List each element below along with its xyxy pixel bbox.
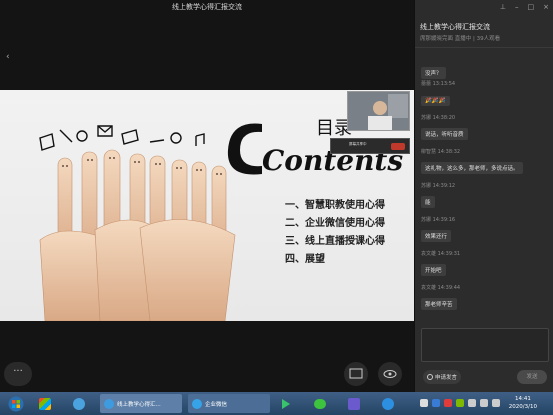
send-button[interactable]: 发送 bbox=[517, 370, 547, 384]
chat-message: 蕾蕾 13:13:54 🎉🎉🎉 bbox=[421, 80, 455, 106]
taskbar-app-windows[interactable] bbox=[34, 394, 56, 413]
slide-item: 四、展望 bbox=[285, 252, 325, 265]
taskbar-app-circle[interactable] bbox=[378, 394, 398, 413]
window-controls: ⊥ – □ × bbox=[500, 3, 549, 11]
message-time: 14:38:20 bbox=[432, 115, 456, 121]
system-clock[interactable]: 14:41 2020/3/10 bbox=[509, 395, 537, 411]
pin-icon[interactable]: ⊥ bbox=[500, 3, 506, 11]
wechat-icon bbox=[314, 398, 326, 409]
chat-message: 袁文雄 14:39:31 开始吧 bbox=[421, 250, 460, 276]
message-input[interactable] bbox=[421, 328, 549, 362]
message-text: 能 bbox=[421, 196, 435, 208]
message-text: 效果还行 bbox=[421, 230, 452, 242]
message-time: 14:39:31 bbox=[437, 251, 461, 257]
sender-name: 袁文雄 bbox=[421, 251, 437, 257]
clock-date: 2020/3/10 bbox=[508, 404, 537, 410]
chat-title: 线上教学心得汇报交流 bbox=[420, 23, 490, 31]
taskbar-app-wechat[interactable] bbox=[310, 394, 330, 413]
live-title: 线上教学心得汇报交流 bbox=[172, 3, 242, 11]
volume-icon[interactable] bbox=[480, 399, 488, 407]
screen-share-badge: 屏幕共享中 bbox=[330, 138, 410, 154]
taskbar-app-photos[interactable] bbox=[68, 394, 90, 413]
taskbar-app-player[interactable] bbox=[276, 394, 296, 413]
eye-icon bbox=[383, 370, 397, 378]
maximize-icon[interactable]: □ bbox=[528, 3, 535, 11]
input-method-icon[interactable] bbox=[492, 399, 500, 407]
chat-message: 苏娜 14:39:16 效果还行 bbox=[421, 216, 455, 242]
message-time: 14:39:44 bbox=[437, 285, 461, 291]
chat-message: 苏娜 14:38:20 说话，听听音质 bbox=[421, 114, 468, 140]
live-stream-area: 线上教学心得汇报交流 ‹ Contents 目录 一、智慧职教使用心得 二、企业… bbox=[0, 0, 414, 392]
taskbar-task-label: 线上教学心得汇... bbox=[117, 401, 161, 408]
live-app-icon bbox=[104, 398, 114, 409]
feather-icon bbox=[348, 397, 360, 410]
chat-message: 没声？ bbox=[421, 60, 446, 79]
chat-subtitle: 席那媛晓完面 直播中 | 39人观看 bbox=[420, 36, 501, 42]
wecom-icon bbox=[192, 398, 202, 409]
microphone-icon bbox=[427, 374, 433, 380]
photos-icon bbox=[73, 397, 85, 410]
taskbar-task-wecom[interactable]: 企业微信 bbox=[188, 394, 270, 413]
app-circle-icon bbox=[382, 397, 394, 410]
message-time: 14:39:16 bbox=[432, 217, 456, 223]
windows-start-icon bbox=[8, 396, 24, 411]
sender-name: 苏娜 bbox=[421, 217, 432, 223]
message-time: 14:38:32 bbox=[437, 149, 461, 155]
taskbar-task-live[interactable]: 线上教学心得汇... bbox=[100, 394, 182, 413]
minimize-icon[interactable]: – bbox=[515, 3, 519, 11]
sender-name: 袁文雄 bbox=[421, 285, 437, 291]
message-text: 🎉🎉🎉 bbox=[421, 96, 450, 106]
presenter-avatar bbox=[348, 92, 409, 130]
tray-icon[interactable] bbox=[420, 399, 428, 407]
sender-name: 苏娜 bbox=[421, 115, 432, 121]
divider bbox=[415, 47, 553, 48]
taskbar-task-label: 企业微信 bbox=[205, 401, 228, 408]
slide-item: 二、企业微信使用心得 bbox=[285, 216, 385, 229]
message-time: 14:39:12 bbox=[432, 183, 456, 189]
apply-speak-label: 申请发言 bbox=[435, 375, 458, 381]
windows-flag-icon bbox=[39, 397, 51, 410]
message-text: 那老师辛苦 bbox=[421, 298, 457, 310]
slide-item: 一、智慧职教使用心得 bbox=[285, 198, 385, 211]
message-text: 这礼物，这么多，那老师，多说点话。 bbox=[421, 162, 523, 174]
sender-name: 苏娜 bbox=[421, 183, 432, 189]
clock-time: 14:41 bbox=[514, 396, 531, 402]
slide-item: 三、线上直播授课心得 bbox=[285, 234, 385, 247]
close-icon[interactable]: × bbox=[543, 3, 549, 11]
network-icon[interactable] bbox=[468, 399, 476, 407]
start-button[interactable] bbox=[2, 394, 30, 413]
message-time: 13:13:54 bbox=[432, 81, 456, 87]
play-icon bbox=[282, 398, 290, 409]
more-button[interactable]: ··· bbox=[4, 362, 32, 386]
apply-speak-button[interactable]: 申请发言 bbox=[423, 370, 462, 384]
chat-message: 袁文雄 14:39:44 那老师辛苦 bbox=[421, 284, 460, 310]
chat-message: 苏娜 14:39:12 能 bbox=[421, 182, 455, 208]
chat-panel: ⊥ – □ × 线上教学心得汇报交流 席那媛晓完面 直播中 | 39人观看 没声… bbox=[414, 0, 553, 392]
sender-name: 柳智慧 bbox=[421, 149, 437, 155]
tray-icon[interactable] bbox=[432, 399, 440, 407]
layout-toggle-button[interactable] bbox=[344, 362, 368, 386]
window-icon bbox=[349, 368, 363, 379]
taskbar: 线上教学心得汇... 企业微信 14:41 2020/3/10 bbox=[0, 392, 553, 415]
tray-icon[interactable] bbox=[444, 399, 452, 407]
camera-preview[interactable] bbox=[347, 91, 410, 131]
back-icon[interactable]: ‹ bbox=[6, 52, 10, 62]
taskbar-app-feather[interactable] bbox=[344, 394, 364, 413]
sender-name: 蕾蕾 bbox=[421, 81, 432, 87]
app-window: 线上教学心得汇报交流 ‹ Contents 目录 一、智慧职教使用心得 二、企业… bbox=[0, 0, 553, 415]
message-text: 说话，听听音质 bbox=[421, 128, 468, 140]
screen-toggle-button[interactable] bbox=[378, 362, 402, 386]
screen-share-label: 屏幕共享中 bbox=[349, 142, 367, 146]
message-text: 没声？ bbox=[421, 67, 446, 79]
chat-message: 柳智慧 14:38:32 这礼物，这么多，那老师，多说点话。 bbox=[421, 148, 523, 174]
message-text: 开始吧 bbox=[421, 264, 446, 276]
stop-share-button[interactable] bbox=[391, 143, 405, 150]
tray-icon[interactable] bbox=[456, 399, 464, 407]
